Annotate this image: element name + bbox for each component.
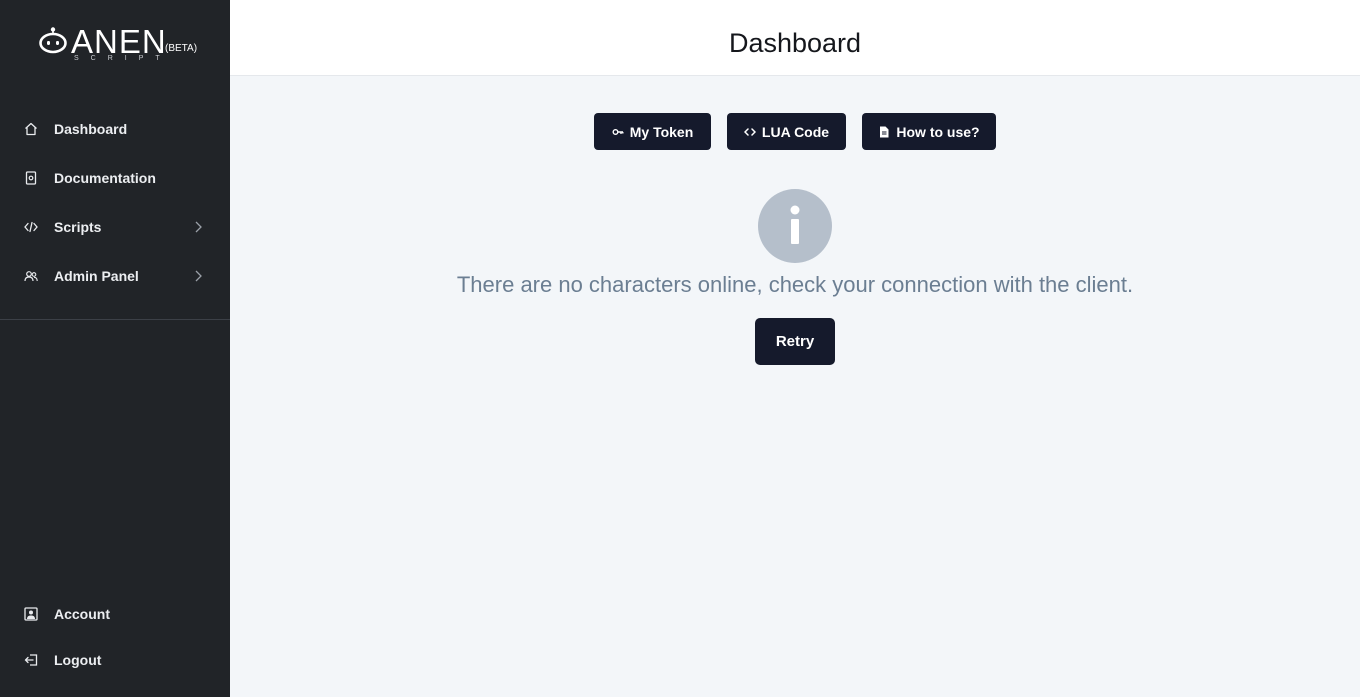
robot-logo-icon bbox=[39, 27, 67, 54]
my-token-label: My Token bbox=[629, 123, 694, 140]
sidebar-bottom-nav: Account Logout bbox=[0, 591, 230, 683]
sidebar-item-admin-panel[interactable]: Admin Panel bbox=[0, 251, 230, 300]
users-icon bbox=[24, 269, 38, 283]
beta-badge: (BETA) bbox=[165, 43, 198, 54]
empty-state-message: There are no characters online, check yo… bbox=[456, 272, 1134, 297]
info-icon bbox=[758, 189, 832, 263]
brand-logo[interactable]: ANEN SCRIPT (BETA) bbox=[38, 23, 208, 66]
chevron-right-icon bbox=[195, 221, 202, 232]
sidebar-item-dashboard[interactable]: Dashboard bbox=[0, 104, 230, 153]
logout-icon bbox=[24, 653, 38, 667]
my-token-button[interactable]: My Token bbox=[594, 113, 711, 150]
brand-name: ANEN bbox=[71, 23, 167, 60]
sidebar-divider bbox=[0, 319, 230, 320]
sidebar-item-label: Admin Panel bbox=[54, 267, 139, 284]
brand-subtitle: SCRIPT bbox=[74, 55, 172, 62]
account-icon bbox=[24, 607, 38, 621]
how-to-use-button[interactable]: How to use? bbox=[862, 113, 996, 150]
retry-button[interactable]: Retry bbox=[755, 318, 835, 365]
sidebar-nav: Dashboard Documentation Scripts Admin Pa… bbox=[0, 104, 230, 300]
file-icon bbox=[878, 126, 890, 138]
sidebar: ANEN SCRIPT (BETA) Dashboard Documentati… bbox=[0, 0, 230, 697]
sidebar-item-label: Dashboard bbox=[54, 120, 128, 137]
sidebar-item-documentation[interactable]: Documentation bbox=[0, 153, 230, 202]
chevron-right-icon bbox=[195, 270, 202, 281]
top-header: Dashboard bbox=[230, 0, 1360, 76]
lua-code-label: LUA Code bbox=[761, 123, 830, 140]
sidebar-item-logout[interactable]: Logout bbox=[0, 637, 230, 683]
page-title: Dashboard bbox=[728, 28, 862, 58]
lua-code-button[interactable]: LUA Code bbox=[727, 113, 846, 150]
app-window: ANEN SCRIPT (BETA) Dashboard Documentati… bbox=[0, 0, 1360, 697]
how-to-use-label: How to use? bbox=[896, 123, 980, 140]
sidebar-item-label: Account bbox=[54, 606, 110, 622]
sidebar-item-account[interactable]: Account bbox=[0, 591, 230, 637]
code-icon bbox=[24, 220, 38, 234]
sidebar-item-scripts[interactable]: Scripts bbox=[0, 202, 230, 251]
sidebar-item-label: Documentation bbox=[54, 169, 156, 186]
sidebar-item-label: Scripts bbox=[54, 218, 102, 235]
code-icon bbox=[743, 126, 756, 138]
sidebar-item-label: Logout bbox=[54, 652, 102, 668]
document-icon bbox=[24, 170, 38, 185]
home-icon bbox=[24, 122, 38, 136]
key-icon bbox=[612, 126, 624, 138]
